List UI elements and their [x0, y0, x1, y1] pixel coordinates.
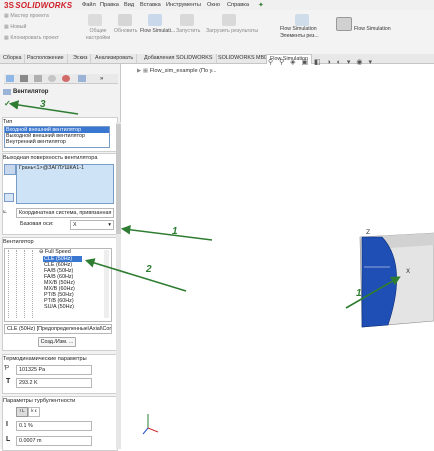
menu-tools[interactable]: Инструменты	[166, 2, 201, 8]
update-icon[interactable]	[118, 14, 132, 26]
fan-tree-scrollbar[interactable]	[104, 250, 109, 318]
view-toolbar[interactable]: ⚲ ⚲ ◈ ▣ ◧ ◑ ◐ ▾ ◉ ▾	[268, 58, 374, 66]
tab-addins[interactable]: Добавления SOLIDWORKS	[141, 54, 217, 63]
menu-help[interactable]: Справка	[227, 2, 249, 8]
length-symbol: L	[6, 436, 11, 443]
dim-expert-icon[interactable]	[48, 75, 56, 82]
menu-insert[interactable]: Вставка	[140, 2, 161, 8]
base-axis-label: Базовая оси:	[20, 221, 54, 227]
surface-selection-box[interactable]: Грань<1>@ЗАГЛУШКА1-1	[16, 164, 114, 204]
ok-check-icon[interactable]: ✓	[4, 99, 11, 108]
filter-icon[interactable]	[4, 193, 14, 202]
fan-combo[interactable]: CLE (50Hz) [Предопределенные\Axial\Com	[4, 324, 112, 334]
app-logo: 3SSOLIDWORKS	[4, 1, 73, 10]
update-label: Обновить	[114, 28, 138, 34]
tree-line	[16, 250, 18, 318]
intensity-mode-icon[interactable]: I L	[16, 407, 28, 417]
flow-sim-icon[interactable]	[148, 14, 162, 26]
flow-sim-toggle-icon[interactable]	[336, 17, 352, 31]
tab-layout[interactable]: Расположение	[24, 54, 68, 63]
general-settings-label: Общие настройки	[85, 28, 111, 41]
coordinate-system-icon: ⟀	[3, 208, 8, 215]
tree-line	[8, 250, 10, 318]
length-field[interactable]: 0.0007 m	[16, 436, 92, 446]
turbulence-header: Параметры турбулентности	[3, 398, 76, 404]
intensity-field[interactable]: 0.1 %	[16, 421, 92, 431]
general-settings-icon[interactable]	[88, 14, 102, 26]
tree-line	[24, 250, 26, 318]
menu-edit[interactable]: Правка	[100, 2, 119, 8]
project-wizard-button[interactable]: ▦ Мастер проекта	[4, 13, 49, 20]
triad-z-axis	[142, 427, 149, 435]
energy-mode-icon[interactable]: k ε	[28, 407, 40, 417]
surface-item[interactable]: Грань<1>@ЗАГЛУШКА1-1	[17, 165, 113, 171]
tab-sketch[interactable]: Эскиз	[70, 54, 92, 63]
menu-view[interactable]: Вид	[124, 2, 134, 8]
annotation-label-2: 2	[146, 264, 152, 275]
face-select-icon	[4, 164, 16, 175]
annotation-label-3: 3	[40, 99, 46, 110]
config-manager-icon[interactable]	[34, 75, 42, 82]
menu-file[interactable]: Файл	[82, 2, 96, 8]
pressure-icon: Ƥ	[4, 365, 10, 372]
annotation-label-1a: 1	[172, 226, 178, 237]
axis-x-label: X	[406, 268, 410, 275]
pin-icon[interactable]: ✦	[258, 1, 264, 9]
tab-mbd[interactable]: SOLIDWORKS MBD	[215, 54, 273, 63]
fan-model-svg: Z X	[359, 229, 434, 328]
flow-sim-label: Flow Simulati...	[140, 28, 176, 34]
menu-window[interactable]: Окно	[207, 2, 220, 8]
tree-flyout-item[interactable]: ▶ ▦ Flow_sim_example (По у...	[137, 68, 217, 74]
temperature-field[interactable]: 293.2 K	[16, 378, 92, 388]
fan-header: Вентилятор	[3, 239, 34, 245]
panel-title: Вентилятор	[13, 89, 49, 95]
base-axis-select[interactable]: X ▾	[70, 220, 114, 230]
view-triad	[142, 414, 159, 435]
tab-analyze[interactable]: Анализировать	[92, 54, 138, 63]
annotation-label-1b: 1	[356, 288, 362, 299]
feature-manager-icon[interactable]	[6, 75, 14, 82]
fan-item[interactable]: SU/A (50Hz)	[43, 304, 103, 310]
thermo-header: Термодинамические параметры	[3, 356, 87, 362]
coordinate-system-field[interactable]: Координатная система, привязанная к п	[16, 208, 114, 218]
tree-node-full-speed[interactable]: ⊖ Full Speed	[39, 249, 71, 255]
tab-assembly[interactable]: Сборка	[0, 54, 26, 63]
property-manager-icon[interactable]	[20, 75, 28, 82]
more-tabs-icon[interactable]: »	[100, 76, 103, 82]
type-list[interactable]: Входной внешний вентилятор Выходной внеш…	[4, 126, 110, 148]
temperature-symbol: T	[6, 378, 11, 385]
load-results-label: Загрузить результаты	[206, 28, 259, 34]
results-features-icon[interactable]	[295, 14, 309, 26]
display-manager-icon[interactable]	[62, 75, 70, 82]
run-label: Запустить	[176, 28, 201, 34]
type-header: Тип	[3, 119, 13, 125]
fan-list[interactable]: CLE (50Hz) CLE (60Hz) FA/B (50Hz) FA/B (…	[43, 256, 103, 310]
axis-z-label: Z	[366, 229, 370, 236]
fan-icon	[3, 89, 11, 95]
type-option[interactable]: Внутренний вентилятор	[5, 139, 109, 145]
tree-line	[32, 250, 34, 318]
flow-analysis-tree-icon[interactable]	[78, 75, 86, 82]
triad-x-axis	[147, 427, 159, 433]
results-features-label: Flow Simulation Элементы рез...	[280, 26, 319, 39]
flow-sim-label-2: Flow Simulation	[354, 26, 391, 32]
run-icon[interactable]	[180, 14, 194, 26]
create-edit-button[interactable]: Созд./Изм. ...	[38, 337, 76, 347]
pressure-field[interactable]: 101325 Pa	[16, 365, 92, 375]
clone-project-button[interactable]: ▦ Клонировать проект	[4, 35, 59, 42]
new-project-button[interactable]: ▦ Новый	[4, 24, 26, 31]
load-results-icon[interactable]	[222, 14, 236, 26]
intensity-symbol: I	[6, 421, 8, 428]
surface-header: Выходная поверхность вентилятора	[3, 155, 98, 161]
